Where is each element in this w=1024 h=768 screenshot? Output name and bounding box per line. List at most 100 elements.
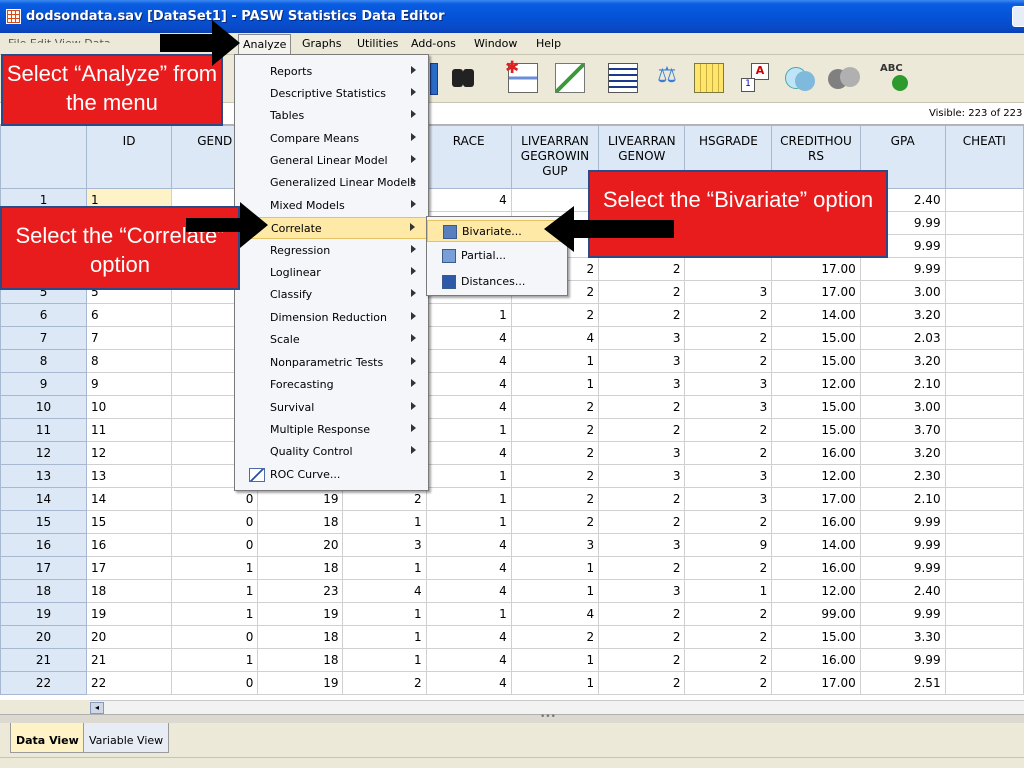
cell-gpa[interactable]: 9.99 [859, 556, 946, 580]
cell-id[interactable]: 10 [86, 395, 173, 419]
cell-id[interactable]: 8 [86, 349, 173, 373]
cell-ch[interactable]: 16.00 [771, 648, 861, 672]
cell-gpa[interactable]: 9.99 [859, 602, 946, 626]
cell-ch[interactable]: 17.00 [771, 280, 861, 304]
cell-cheating[interactable] [944, 326, 1024, 350]
cell-ch[interactable]: 16.00 [771, 441, 861, 465]
cell-gender[interactable]: 0 [171, 625, 259, 649]
cell-id[interactable]: 7 [86, 326, 173, 350]
cell-race[interactable]: 4 [425, 671, 512, 695]
cell-lg[interactable]: 1 [510, 579, 600, 603]
cell-stat[interactable]: 4 [342, 579, 427, 603]
row-number[interactable]: 18 [0, 579, 88, 603]
row-number[interactable]: 22 [0, 671, 88, 695]
show-all-variables-icon[interactable] [828, 63, 860, 93]
cell-ch[interactable]: 16.00 [771, 556, 861, 580]
cell-id[interactable]: 13 [86, 464, 173, 488]
row-number[interactable]: 21 [0, 648, 88, 672]
cell-cheating[interactable] [944, 648, 1024, 672]
cell-race[interactable]: 4 [425, 326, 512, 350]
row-number[interactable]: 17 [0, 556, 88, 580]
menu-item-nonparametric-tests[interactable]: Nonparametric Tests [235, 352, 428, 374]
cell-hs[interactable]: 2 [684, 625, 773, 649]
cell-gpa[interactable]: 2.10 [859, 487, 946, 511]
cell-gpa[interactable]: 3.70 [859, 418, 946, 442]
cell-age[interactable]: 18 [257, 556, 344, 580]
scroll-left-icon[interactable]: ◂ [90, 702, 104, 714]
cell-id[interactable]: 21 [86, 648, 173, 672]
goto-variable-icon[interactable] [430, 63, 438, 95]
cell-id[interactable]: 6 [86, 303, 173, 327]
cell-lg[interactable]: 2 [510, 303, 600, 327]
cell-lg[interactable]: 2 [510, 510, 600, 534]
menu-item-reports[interactable]: Reports [235, 61, 428, 83]
row-number[interactable]: 13 [0, 464, 88, 488]
cell-hs[interactable]: 2 [684, 303, 773, 327]
cell-gender[interactable]: 0 [171, 671, 259, 695]
cell-gpa[interactable]: 3.30 [859, 625, 946, 649]
cell-ln[interactable]: 3 [598, 372, 686, 396]
cell-ln[interactable]: 3 [598, 326, 686, 350]
cell-ln[interactable]: 2 [598, 395, 686, 419]
cell-stat[interactable]: 1 [342, 556, 427, 580]
cell-cheating[interactable] [944, 234, 1024, 258]
menu-item-general-linear-model[interactable]: General Linear Model [235, 150, 428, 172]
cell-id[interactable]: 18 [86, 579, 173, 603]
cell-stat[interactable]: 2 [342, 671, 427, 695]
cell-hs[interactable]: 3 [684, 280, 773, 304]
cell-cheating[interactable] [944, 372, 1024, 396]
cell-cheating[interactable] [944, 556, 1024, 580]
cell-gender[interactable]: 1 [171, 648, 259, 672]
menu-item-descriptive-statistics[interactable]: Descriptive Statistics [235, 83, 428, 105]
cell-race[interactable]: 4 [425, 579, 512, 603]
cell-id[interactable]: 17 [86, 556, 173, 580]
cell-lg[interactable]: 2 [510, 464, 600, 488]
column-header[interactable]: RACE [425, 125, 512, 189]
cell-gpa[interactable]: 2.51 [859, 671, 946, 695]
cell-cheating[interactable] [944, 257, 1024, 281]
cell-ch[interactable]: 17.00 [771, 257, 861, 281]
cell-gpa[interactable]: 9.99 [859, 648, 946, 672]
cell-age[interactable]: 18 [257, 510, 344, 534]
tab-variable-view[interactable]: Variable View [83, 723, 170, 753]
cell-race[interactable]: 4 [425, 395, 512, 419]
cell-lg[interactable]: 2 [510, 418, 600, 442]
cell-hs[interactable]: 3 [684, 372, 773, 396]
cell-lg[interactable]: 2 [510, 487, 600, 511]
cell-gender[interactable]: 1 [171, 579, 259, 603]
cell-race[interactable]: 4 [425, 556, 512, 580]
cell-lg[interactable]: 4 [510, 602, 600, 626]
cell-race[interactable]: 1 [425, 510, 512, 534]
menu-item-forecasting[interactable]: Forecasting [235, 374, 428, 396]
cell-ln[interactable]: 3 [598, 533, 686, 557]
cell-hs[interactable]: 2 [684, 648, 773, 672]
cell-race[interactable]: 1 [425, 602, 512, 626]
cell-id[interactable]: 19 [86, 602, 173, 626]
cell-ln[interactable]: 2 [598, 418, 686, 442]
cell-stat[interactable]: 1 [342, 602, 427, 626]
menu-graphs[interactable]: Graphs [302, 37, 341, 50]
cell-gpa[interactable]: 2.10 [859, 372, 946, 396]
menu-item-scale[interactable]: Scale [235, 329, 428, 351]
cell-lg[interactable]: 1 [510, 556, 600, 580]
cell-race[interactable]: 4 [425, 648, 512, 672]
cell-cheating[interactable] [944, 510, 1024, 534]
menu-item-compare-means[interactable]: Compare Means [235, 128, 428, 150]
cell-stat[interactable]: 1 [342, 625, 427, 649]
tab-data-view[interactable]: Data View [10, 723, 85, 753]
column-header[interactable]: ID [86, 125, 173, 189]
cell-ln[interactable]: 2 [598, 671, 686, 695]
cell-cheating[interactable] [944, 188, 1024, 212]
cell-cheating[interactable] [944, 418, 1024, 442]
insert-cases-icon[interactable] [505, 58, 538, 93]
cell-ln[interactable]: 2 [598, 487, 686, 511]
cell-hs[interactable]: 3 [684, 395, 773, 419]
cell-gpa[interactable]: 9.99 [859, 257, 946, 281]
cell-stat[interactable]: 1 [342, 648, 427, 672]
pane-splitter[interactable]: ••• [0, 712, 1024, 723]
cell-race[interactable]: 1 [425, 303, 512, 327]
row-number[interactable]: 6 [0, 303, 88, 327]
cell-stat[interactable]: 1 [342, 510, 427, 534]
cell-ch[interactable]: 15.00 [771, 418, 861, 442]
cell-lg[interactable]: 2 [510, 625, 600, 649]
